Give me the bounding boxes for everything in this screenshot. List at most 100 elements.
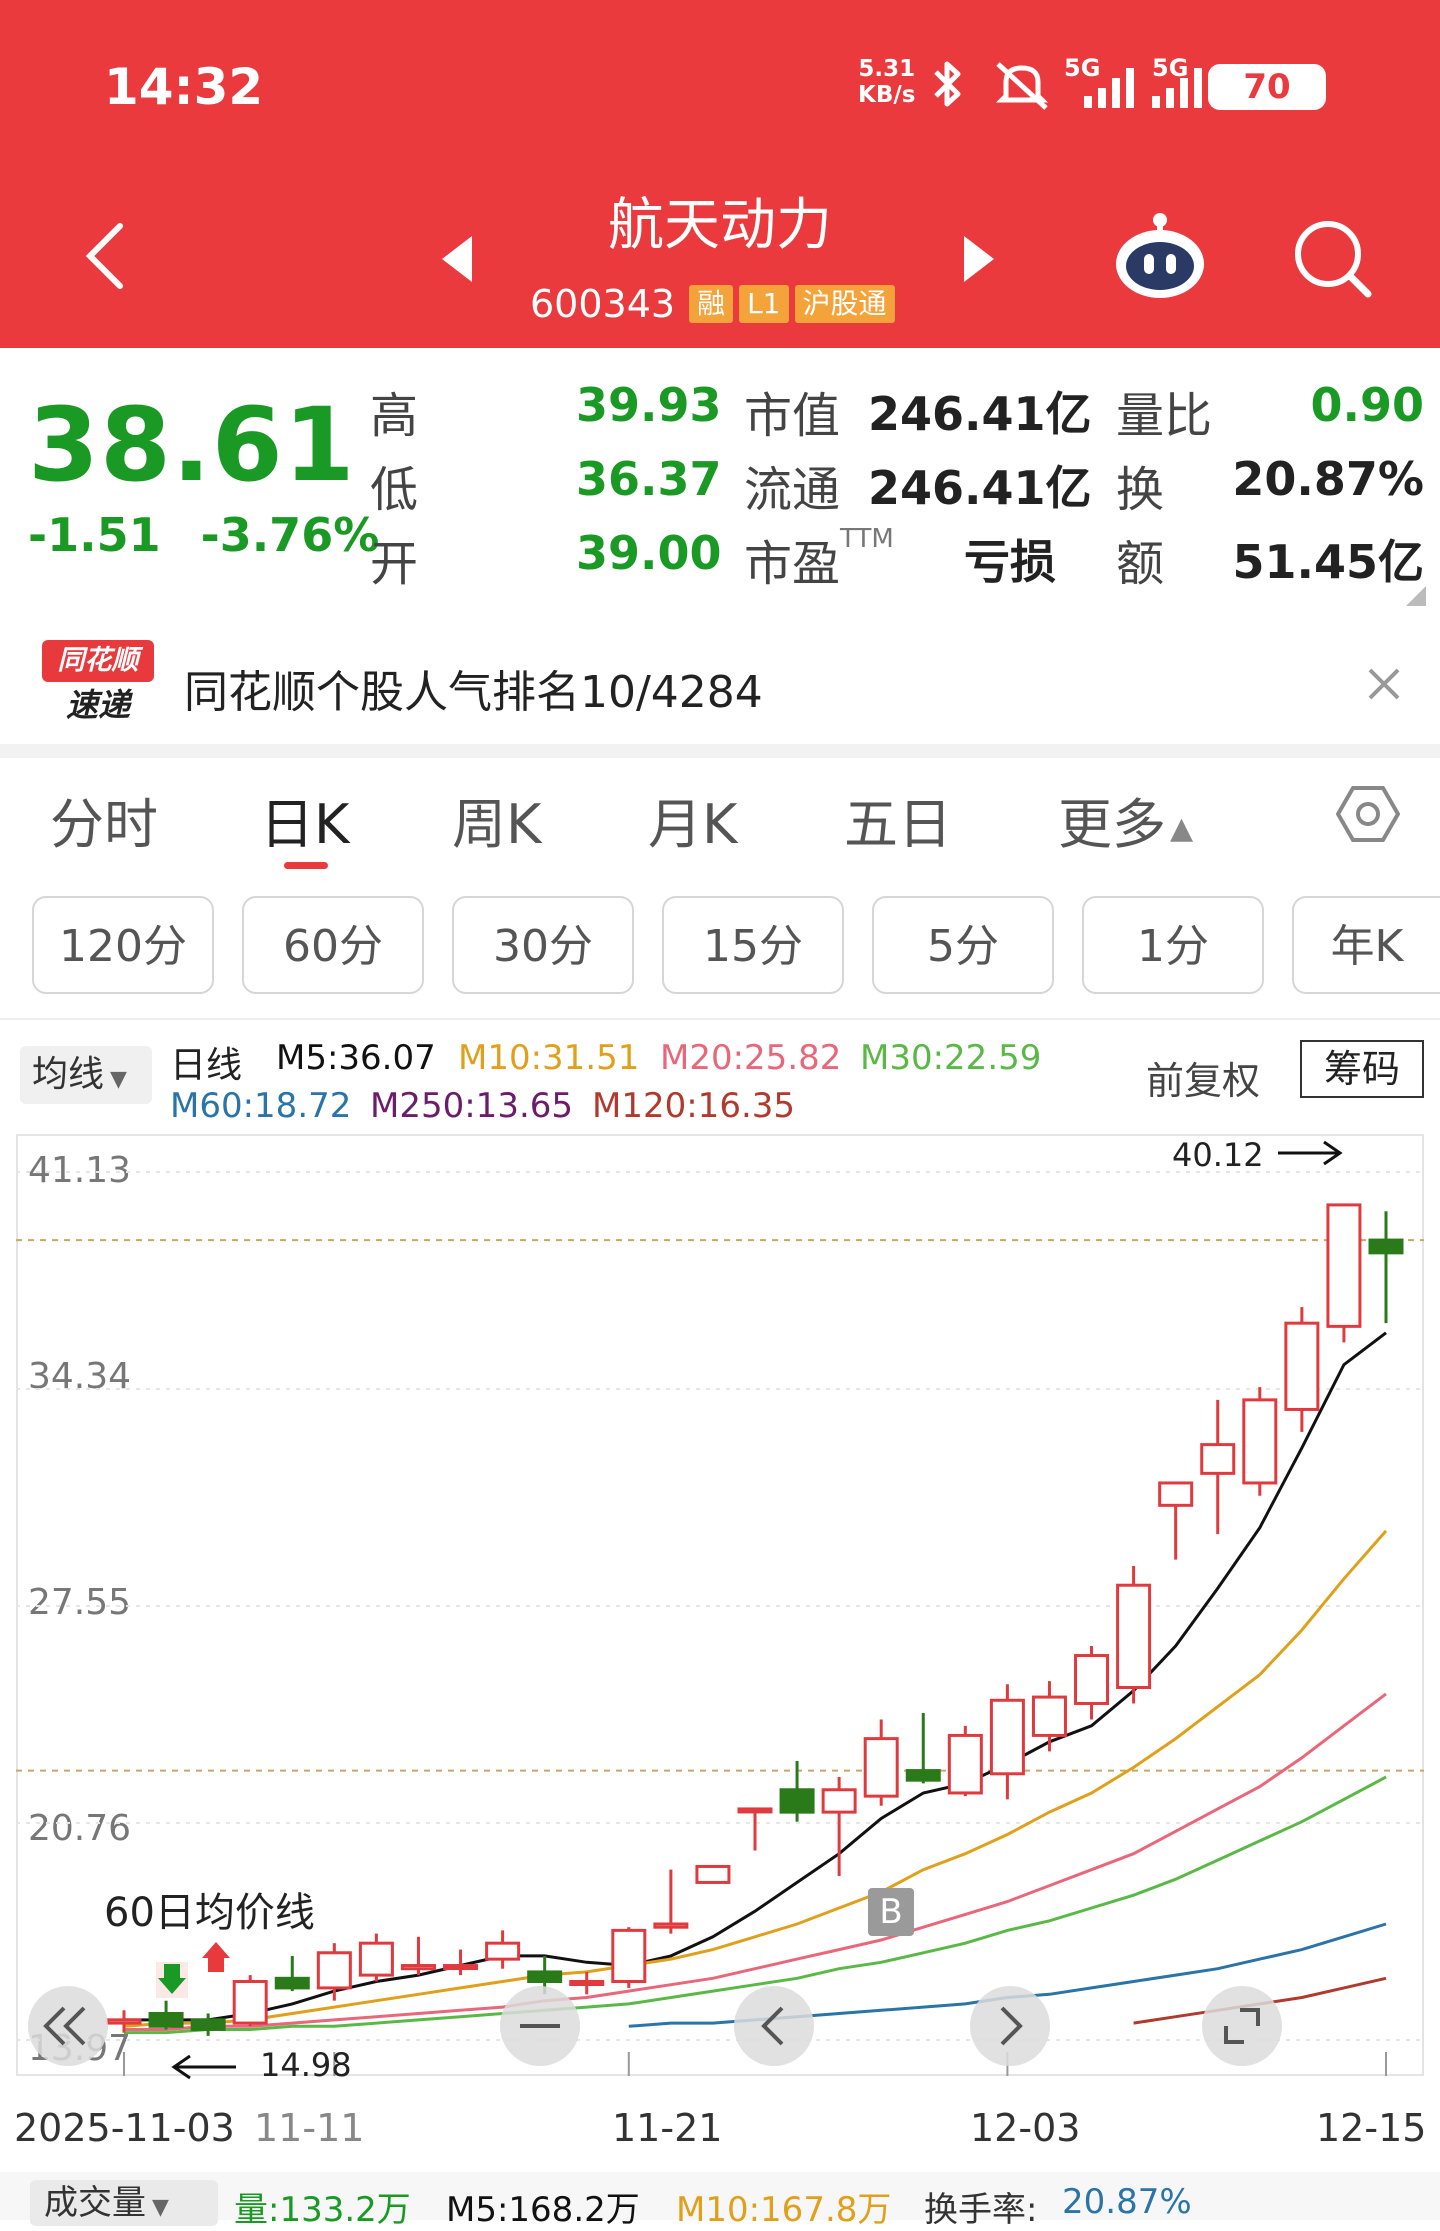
chevron-left-icon: [761, 2006, 784, 2046]
candle-body-24: [1116, 1583, 1152, 1689]
ma30-label: M30:22.59: [860, 1038, 1042, 1078]
tab-more-label: 更多: [1058, 793, 1166, 856]
float-value: 246.41亿: [868, 461, 1092, 515]
candle-1: [148, 2000, 184, 2030]
subtab-yearly-k[interactable]: 年K: [1292, 896, 1440, 994]
candle-13: [653, 1869, 689, 1934]
x-tick-2: 11-21: [612, 2106, 723, 2150]
minus-icon: [520, 2024, 560, 2028]
adjust-mode[interactable]: 前复权: [1146, 1050, 1260, 1105]
subtab-15min[interactable]: 15分: [662, 896, 844, 994]
x-tick-4: 12-15: [1316, 2106, 1427, 2150]
change-amount: -1.51: [28, 508, 161, 562]
candle-body-19: [905, 1769, 941, 1782]
candle-26: [1200, 1399, 1236, 1535]
robot-assistant-icon[interactable]: [1110, 206, 1210, 306]
candle-body-17: [821, 1788, 857, 1814]
candle-7: [400, 1936, 436, 1976]
candle-body-25: [1158, 1481, 1194, 1507]
ma20-label: M20:25.82: [660, 1038, 842, 1078]
chip-button[interactable]: 筹码: [1300, 1040, 1424, 1098]
arrow-right-icon: [1278, 1140, 1343, 1166]
candle-body-22: [1031, 1695, 1067, 1737]
signal-icon-1: [1084, 68, 1134, 108]
volume-value: 量:133.2万: [234, 2190, 411, 2230]
arrow-down-signal-icon[interactable]: [156, 1962, 188, 1998]
ma60-label: M60:18.72: [170, 1086, 352, 1126]
x-tick-3: 12-03: [970, 2106, 1081, 2150]
search-icon[interactable]: [1290, 216, 1374, 300]
tab-daily-k[interactable]: 日K: [260, 780, 349, 859]
next-stock-icon[interactable]: [962, 234, 996, 284]
divider: [0, 1018, 1440, 1020]
candle-30: [1368, 1211, 1404, 1324]
candle-body-27: [1242, 1398, 1278, 1485]
candle-body-6: [358, 1941, 394, 1977]
net-speed-value: 5.31: [858, 56, 916, 82]
subtab-5min[interactable]: 5分: [872, 896, 1054, 994]
subtab-30min[interactable]: 30分: [452, 896, 634, 994]
arrow-up-signal-icon[interactable]: [200, 1940, 232, 1976]
float-label: 流通: [744, 462, 841, 518]
ma-selector[interactable]: 均线 ▼: [20, 1046, 152, 1104]
turnover-label: 换: [1116, 462, 1165, 518]
volume-selector-label: 成交量: [44, 2183, 146, 2223]
volume-selector[interactable]: 成交量 ▼: [30, 2180, 218, 2226]
tab-five-day[interactable]: 五日: [844, 780, 952, 859]
ma10-label: M10:31.51: [458, 1038, 640, 1078]
candle-body-8: [443, 1964, 479, 1971]
candle-5: [316, 1943, 352, 2001]
subtab-120min[interactable]: 120分: [32, 896, 214, 994]
dropdown-arrow-icon: ▼: [110, 1067, 127, 1092]
expand-corner-icon[interactable]: [1404, 584, 1428, 608]
tab-intraday[interactable]: 分时: [50, 780, 158, 859]
low-value: 36.37: [576, 452, 722, 506]
kline-chart[interactable]: [0, 1134, 1440, 2134]
candle-body-16: [779, 1788, 815, 1814]
candle-12: [611, 1927, 647, 1988]
battery-indicator: 70: [1208, 64, 1326, 110]
pe-label-text: 市盈: [744, 536, 841, 592]
status-time: 14:32: [104, 58, 264, 116]
tag-l1: L1: [739, 285, 789, 323]
candle-body-0: [106, 2018, 142, 2025]
candle-14: [695, 1864, 731, 1884]
ma250-label: M250:13.65: [370, 1086, 574, 1126]
turnover-value: 20.87%: [1232, 452, 1424, 506]
tag-sh-connect: 沪股通: [794, 285, 895, 323]
stock-code: 600343: [530, 282, 676, 326]
candle-29: [1326, 1203, 1362, 1343]
news-text[interactable]: 同花顺个股人气排名10/4284: [184, 656, 763, 720]
net-speed: 5.31 KB/s: [858, 56, 915, 108]
buy-marker[interactable]: B: [868, 1888, 914, 1936]
chevron-right-icon: [1000, 2006, 1023, 2046]
triangle-up-icon: ▲: [1170, 810, 1194, 846]
high-value: 39.93: [576, 378, 722, 432]
tab-more[interactable]: 更多 ▲: [1058, 780, 1193, 859]
ma60-annotation: 60日均价线: [104, 1890, 315, 1936]
volratio-label: 量比: [1116, 388, 1213, 444]
subtab-1min[interactable]: 1分: [1082, 896, 1264, 994]
ma-line-m20: [124, 1692, 1387, 2031]
tab-weekly-k[interactable]: 周K: [452, 780, 541, 859]
volratio-value: 0.90: [1310, 378, 1425, 432]
news-logo-top: 同花顺: [42, 640, 154, 682]
settings-hexagon-icon[interactable]: [1336, 782, 1400, 846]
candle-19: [905, 1713, 941, 1784]
candle-24: [1116, 1566, 1152, 1704]
active-tab-indicator: [284, 862, 328, 869]
ma-selector-label: 均线: [32, 1054, 105, 1095]
arrow-left-icon: [171, 2054, 236, 2080]
candle-body-18: [863, 1737, 899, 1798]
dropdown-arrow-icon: ▼: [152, 2195, 169, 2220]
close-icon[interactable]: [1364, 664, 1404, 704]
candle-body-2: [190, 2018, 226, 2031]
pe-ttm-sup: TTM: [840, 524, 894, 554]
section-divider: [0, 744, 1440, 758]
turnover-rate-value: 20.87%: [1062, 2182, 1192, 2222]
tab-monthly-k[interactable]: 月K: [648, 780, 737, 859]
candle-body-23: [1074, 1654, 1110, 1705]
max-price-label: 40.12: [1172, 1136, 1264, 1174]
subtab-60min[interactable]: 60分: [242, 896, 424, 994]
candle-body-20: [947, 1733, 983, 1795]
